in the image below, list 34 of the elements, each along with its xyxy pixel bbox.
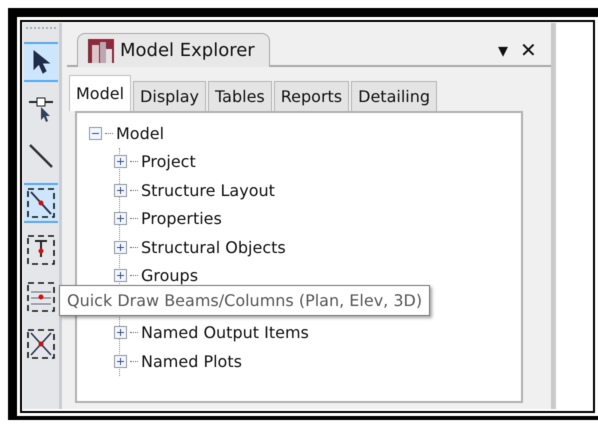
tree-item[interactable]: Project — [141, 152, 196, 172]
dropdown-button[interactable]: ▾ — [492, 35, 514, 65]
expand-toggle[interactable] — [114, 326, 127, 340]
buildings-icon — [88, 38, 114, 62]
tree-item[interactable]: Named Output Items — [141, 323, 309, 342]
tree-item[interactable]: Named Plots — [141, 352, 242, 371]
line-icon — [28, 143, 54, 169]
expand-toggle[interactable] — [114, 240, 127, 254]
tree-item[interactable]: Structural Objects — [141, 238, 286, 257]
expand-toggle[interactable] — [114, 269, 127, 282]
tree-item[interactable]: Structure Layout — [141, 180, 275, 200]
dashed-lines-icon — [27, 282, 55, 312]
tab[interactable]: Model — [69, 75, 132, 111]
tool-button[interactable] — [24, 183, 58, 223]
panel-title-tab[interactable]: Model Explorer — [77, 33, 270, 67]
close-button[interactable]: ✕ — [514, 35, 543, 65]
tab[interactable]: Tables — [208, 81, 272, 111]
tree-item[interactable]: Groups — [141, 266, 198, 286]
dashed-column-icon — [27, 235, 55, 265]
tab[interactable]: Display — [133, 81, 206, 111]
expand-toggle[interactable] — [114, 354, 127, 368]
tree-item[interactable]: Model — [116, 124, 164, 143]
tool-button[interactable] — [24, 42, 58, 82]
expand-toggle[interactable] — [114, 184, 127, 197]
tooltip: Quick Draw Beams/Columns (Plan, Elev, 3D) — [59, 285, 430, 316]
node-pointer-icon — [28, 95, 54, 123]
expand-toggle[interactable] — [114, 155, 127, 168]
dashed-cross-icon — [27, 329, 55, 359]
collapse-toggle[interactable] — [89, 126, 102, 140]
tree-item[interactable]: Properties — [141, 209, 222, 228]
dashed-diagonal-icon — [27, 188, 55, 218]
tab[interactable]: Detailing — [351, 81, 437, 111]
expand-toggle[interactable] — [114, 212, 127, 226]
tab[interactable]: Reports — [274, 81, 350, 111]
